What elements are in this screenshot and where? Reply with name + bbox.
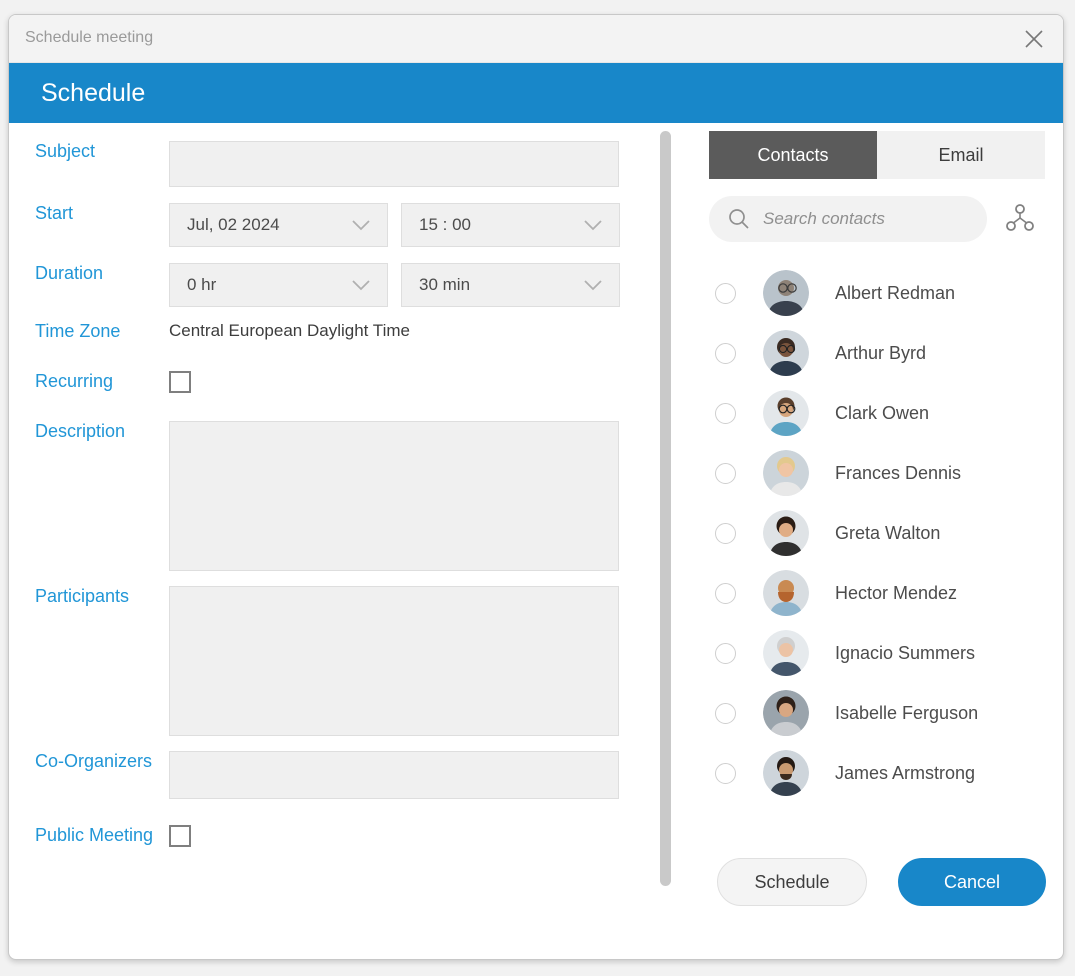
public-meeting-checkbox[interactable] — [169, 825, 191, 847]
duration-minutes-dropdown[interactable]: 30 min — [401, 263, 620, 307]
list-item[interactable]: Frances Dennis — [699, 443, 1063, 503]
contact-name: Clark Owen — [835, 402, 930, 423]
list-item[interactable]: Hector Mendez — [699, 563, 1063, 623]
chevron-down-icon — [352, 280, 370, 291]
timezone-value: Central European Daylight Time — [169, 321, 410, 340]
avatar — [763, 450, 809, 496]
coorganizers-label: Co-Organizers — [35, 751, 153, 771]
contact-radio[interactable] — [715, 522, 736, 544]
contact-name: Frances Dennis — [835, 462, 962, 483]
description-label: Description — [35, 421, 126, 441]
meeting-form: Subject Start Jul, 02 2024 15 : 00 Durat… — [9, 123, 671, 959]
list-item[interactable]: James Armstrong — [699, 743, 1063, 803]
start-date-value: Jul, 02 2024 — [187, 215, 280, 234]
form-row-subject: Subject — [9, 141, 619, 187]
contact-name: Ignacio Summers — [835, 642, 976, 663]
chevron-down-icon — [584, 280, 602, 291]
list-item[interactable]: Arthur Byrd — [699, 323, 1063, 383]
form-row-participants: Participants — [9, 586, 619, 736]
dialog-body: Subject Start Jul, 02 2024 15 : 00 Durat… — [9, 123, 1063, 959]
recurring-label: Recurring — [35, 371, 114, 391]
duration-label: Duration — [35, 263, 104, 283]
form-row-public-meeting: Public Meeting — [9, 825, 191, 847]
start-time-value: 15 : 00 — [419, 215, 471, 234]
contact-name: Albert Redman — [835, 282, 956, 303]
duration-hours-dropdown[interactable]: 0 hr — [169, 263, 388, 307]
window-title: Schedule meeting — [25, 29, 154, 46]
timezone-label: Time Zone — [35, 321, 121, 341]
form-row-recurring: Recurring — [9, 371, 191, 393]
contact-name: James Armstrong — [835, 762, 976, 783]
list-item[interactable]: Albert Redman — [699, 263, 1063, 323]
contact-radio[interactable] — [715, 702, 736, 724]
subject-label: Subject — [35, 141, 96, 161]
contact-radio[interactable] — [715, 642, 736, 664]
avatar — [763, 390, 809, 436]
form-scrollbar-thumb[interactable] — [660, 131, 671, 886]
contact-radio[interactable] — [715, 462, 736, 484]
contact-name: Hector Mendez — [835, 582, 958, 603]
schedule-button[interactable]: Schedule — [717, 858, 867, 906]
contact-radio[interactable] — [715, 582, 736, 604]
duration-hours-value: 0 hr — [187, 275, 217, 294]
coorganizers-input[interactable] — [169, 751, 619, 799]
participants-label: Participants — [35, 586, 130, 606]
contact-radio[interactable] — [715, 402, 736, 424]
contact-name: Isabelle Ferguson — [835, 702, 979, 723]
contact-name: Greta Walton — [835, 522, 941, 543]
start-date-dropdown[interactable]: Jul, 02 2024 — [169, 203, 388, 247]
search-placeholder: Search contacts — [763, 209, 885, 228]
subject-input[interactable] — [169, 141, 619, 187]
cancel-button[interactable]: Cancel — [898, 858, 1046, 906]
close-icon — [1025, 30, 1043, 48]
contact-list: Albert Redman Arthur Byrd Clark Owen Fra… — [699, 263, 1063, 803]
chevron-down-icon — [352, 220, 370, 231]
search-contacts-input[interactable]: Search contacts — [709, 196, 987, 242]
form-row-duration: Duration 0 hr 30 min — [9, 263, 620, 307]
public-meeting-label: Public Meeting — [35, 825, 154, 845]
avatar — [763, 510, 809, 556]
list-item[interactable]: Ignacio Summers — [699, 623, 1063, 683]
chevron-down-icon — [584, 220, 602, 231]
start-label: Start — [35, 203, 74, 223]
form-scrollbar[interactable] — [660, 131, 672, 886]
avatar — [763, 690, 809, 736]
start-time-dropdown[interactable]: 15 : 00 — [401, 203, 620, 247]
list-item[interactable]: Isabelle Ferguson — [699, 683, 1063, 743]
recurring-checkbox[interactable] — [169, 371, 191, 393]
contact-name: Arthur Byrd — [835, 342, 927, 363]
tab-contacts[interactable]: Contacts — [709, 131, 877, 179]
avatar — [763, 330, 809, 376]
contacts-panel: Contacts Email Search contacts Albert Re… — [699, 123, 1063, 959]
dialog-header: Schedule — [9, 63, 1063, 123]
schedule-meeting-dialog: Schedule meeting Schedule Subject Start — [8, 14, 1064, 960]
share-nodes-icon[interactable] — [1004, 203, 1036, 235]
form-row-timezone: Time Zone Central European Daylight Time — [9, 321, 410, 341]
avatar — [763, 570, 809, 616]
description-textarea[interactable] — [169, 421, 619, 571]
avatar — [763, 630, 809, 676]
page-title: Schedule — [41, 78, 146, 107]
dialog-actions: Schedule Cancel — [717, 858, 1046, 906]
form-row-coorganizers: Co-Organizers — [9, 751, 619, 799]
list-item[interactable]: Greta Walton — [699, 503, 1063, 563]
contact-radio[interactable] — [715, 282, 736, 304]
avatar — [763, 750, 809, 796]
panel-tabs: Contacts Email — [709, 131, 1045, 179]
window-titlebar: Schedule meeting — [9, 15, 1063, 63]
form-row-start: Start Jul, 02 2024 15 : 00 — [9, 203, 620, 247]
duration-minutes-value: 30 min — [419, 275, 471, 294]
list-item[interactable]: Clark Owen — [699, 383, 1063, 443]
search-icon — [729, 209, 749, 229]
close-button[interactable] — [1015, 21, 1053, 57]
contact-radio[interactable] — [715, 342, 736, 364]
avatar — [763, 270, 809, 316]
tab-email[interactable]: Email — [877, 131, 1045, 179]
form-row-description: Description — [9, 421, 619, 571]
participants-textarea[interactable] — [169, 586, 619, 736]
contact-radio[interactable] — [715, 762, 736, 784]
